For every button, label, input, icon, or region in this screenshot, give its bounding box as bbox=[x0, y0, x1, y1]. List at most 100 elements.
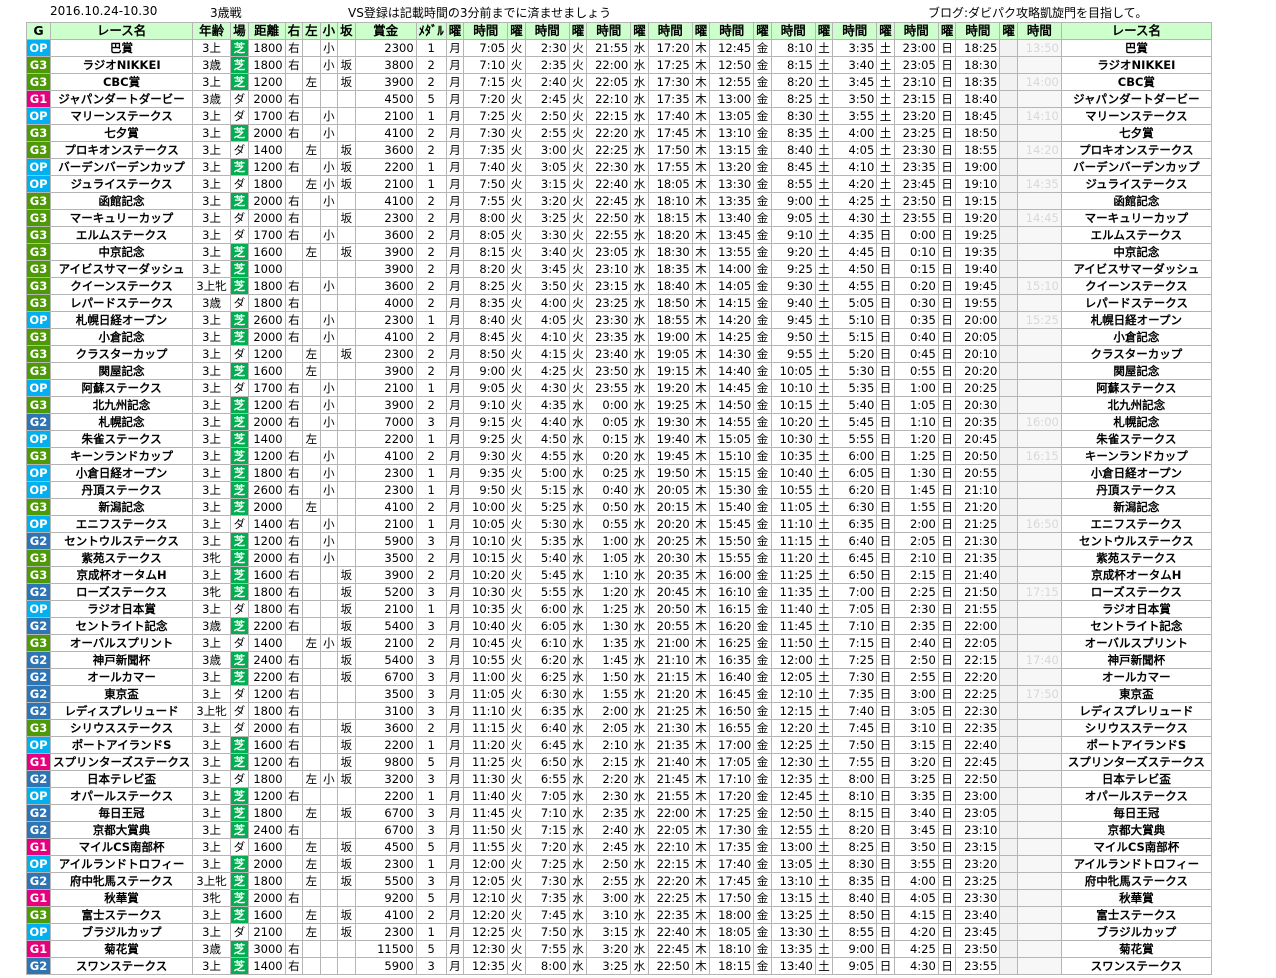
prize-cell: 3600 bbox=[354, 719, 417, 737]
age-cell: 3上 bbox=[192, 600, 232, 618]
day-cell bbox=[999, 889, 1018, 907]
day-cell bbox=[999, 39, 1018, 57]
day-cell bbox=[999, 549, 1018, 567]
day-cell: 日 bbox=[876, 345, 895, 363]
left-turn-cell: 左 bbox=[302, 872, 321, 890]
time-cell: 3:35 bbox=[832, 39, 878, 57]
time-cell: 4:30 bbox=[893, 957, 939, 975]
surface-cell: 芝 bbox=[230, 464, 249, 482]
day-cell: 土 bbox=[814, 566, 834, 584]
day-cell: 月 bbox=[445, 141, 465, 159]
race-name-right: 七夕賞 bbox=[1060, 124, 1212, 142]
time-cell: 12:35 bbox=[770, 770, 816, 788]
day-cell: 水 bbox=[630, 90, 649, 108]
race-name-right: バーデンバーデンカップ bbox=[1060, 158, 1212, 176]
time-cell: 21:30 bbox=[647, 719, 693, 737]
time-cell: 13:05 bbox=[770, 855, 816, 873]
time-cell: 8:35 bbox=[832, 872, 878, 890]
day-cell: 木 bbox=[691, 566, 711, 584]
right-turn-cell: 右 bbox=[284, 124, 304, 142]
time-cell bbox=[1016, 702, 1062, 720]
time-cell: 17:40 bbox=[1016, 651, 1062, 669]
left-turn-cell: 左 bbox=[302, 838, 321, 856]
day-cell: 日 bbox=[876, 651, 895, 669]
right-turn-cell bbox=[284, 634, 304, 652]
right-turn-cell: 右 bbox=[284, 719, 304, 737]
race-name: 日本テレビ盃 bbox=[49, 770, 194, 788]
surface-cell: 芝 bbox=[230, 311, 249, 329]
day-cell: 日 bbox=[937, 583, 957, 601]
time-cell bbox=[1016, 430, 1062, 448]
day-cell: 日 bbox=[876, 906, 895, 924]
date-range: 2016.10.24-10.30 bbox=[50, 4, 158, 18]
day-cell: 金 bbox=[753, 889, 772, 907]
time-cell: 8:00 bbox=[463, 209, 509, 227]
day-cell: 月 bbox=[445, 481, 465, 499]
day-cell: 火 bbox=[568, 260, 588, 278]
distance-cell: 2400 bbox=[247, 651, 286, 669]
right-turn-cell bbox=[284, 838, 304, 856]
day-cell: 土 bbox=[814, 464, 834, 482]
day-cell bbox=[999, 226, 1018, 244]
hill-cell bbox=[337, 107, 356, 125]
day-cell: 木 bbox=[691, 430, 711, 448]
time-cell: 3:35 bbox=[893, 787, 939, 805]
time-cell: 1:20 bbox=[893, 430, 939, 448]
right-turn-cell: 右 bbox=[284, 685, 304, 703]
day-cell: 日 bbox=[876, 838, 895, 856]
day-cell: 金 bbox=[753, 464, 772, 482]
time-cell: 9:45 bbox=[770, 311, 816, 329]
left-turn-cell bbox=[302, 413, 321, 431]
time-cell: 13:40 bbox=[770, 957, 816, 975]
age-cell: 3上 bbox=[192, 396, 232, 414]
grade-badge: G2 bbox=[26, 668, 51, 686]
table-row: G3 富士ステークス 3上芝 1600 左坂 4100 2 月 12:20 火 7:45 水 3:10 水… bbox=[26, 906, 1212, 924]
table-row: G1 スプリンターズステークス 3上芝 1200 右坂 9800 5 月 11:25 火 6:50 水… bbox=[26, 753, 1212, 771]
day-cell: 日 bbox=[937, 345, 957, 363]
time-cell: 22:00 bbox=[586, 56, 632, 74]
surface-cell: 芝 bbox=[230, 56, 249, 74]
hill-cell: 坂 bbox=[337, 668, 356, 686]
day-cell: 木 bbox=[691, 855, 711, 873]
time-cell: 17:05 bbox=[709, 753, 755, 771]
day-cell bbox=[999, 821, 1018, 839]
surface-cell: ダ bbox=[230, 515, 249, 533]
prize-cell: 2300 bbox=[354, 464, 417, 482]
left-turn-cell: 左 bbox=[302, 923, 321, 941]
time-cell: 2:55 bbox=[524, 124, 570, 142]
day-cell: 月 bbox=[445, 821, 465, 839]
time-cell: 9:25 bbox=[463, 430, 509, 448]
surface-cell: ダ bbox=[230, 770, 249, 788]
time-cell: 0:35 bbox=[893, 311, 939, 329]
day-cell: 月 bbox=[445, 498, 465, 516]
grade-badge: OP bbox=[26, 515, 51, 533]
time-cell: 10:45 bbox=[463, 634, 509, 652]
day-cell bbox=[999, 362, 1018, 380]
age-cell: 3上 bbox=[192, 141, 232, 159]
time-cell: 0:40 bbox=[893, 328, 939, 346]
column-header: レース名 bbox=[49, 22, 194, 40]
race-name-right: 巴賞 bbox=[1060, 39, 1212, 57]
day-cell: 火 bbox=[507, 787, 526, 805]
time-cell: 22:05 bbox=[647, 821, 693, 839]
day-cell: 土 bbox=[814, 345, 834, 363]
day-cell: 水 bbox=[568, 702, 588, 720]
day-cell: 火 bbox=[507, 906, 526, 924]
time-cell: 10:05 bbox=[770, 362, 816, 380]
day-cell bbox=[999, 838, 1018, 856]
time-cell: 4:20 bbox=[893, 923, 939, 941]
right-turn-cell bbox=[284, 345, 304, 363]
right-turn-cell: 右 bbox=[284, 413, 304, 431]
time-cell: 21:55 bbox=[955, 600, 1001, 618]
time-cell: 4:05 bbox=[524, 311, 570, 329]
day-cell: 水 bbox=[630, 940, 649, 958]
day-cell: 木 bbox=[691, 753, 711, 771]
column-header: 曜 bbox=[691, 22, 711, 40]
age-cell: 3上 bbox=[192, 668, 232, 686]
time-cell: 0:45 bbox=[893, 345, 939, 363]
time-cell: 23:30 bbox=[955, 889, 1001, 907]
time-cell: 0:00 bbox=[893, 226, 939, 244]
medal-cell: 1 bbox=[415, 107, 447, 125]
age-cell: 3上 bbox=[192, 753, 232, 771]
distance-cell: 1200 bbox=[247, 345, 286, 363]
